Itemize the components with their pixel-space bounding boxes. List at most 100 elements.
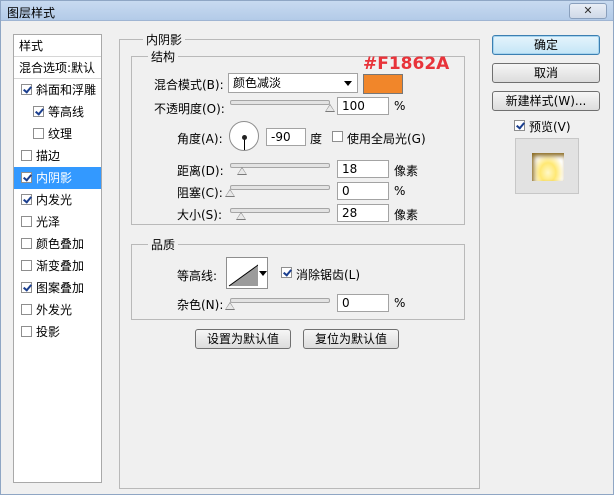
style-item-label: 图案叠加 — [36, 281, 85, 295]
choke-slider-thumb[interactable] — [225, 189, 235, 197]
styles-header[interactable]: 样式 — [14, 35, 101, 57]
preview-label: 预览(V) — [529, 120, 571, 134]
style-item-label: 内发光 — [36, 193, 73, 207]
style-item-checkbox[interactable] — [21, 172, 32, 183]
close-button[interactable]: ✕ — [569, 3, 607, 19]
opacity-percent: % — [394, 99, 406, 113]
opacity-input[interactable]: 100 — [337, 97, 389, 115]
choke-input[interactable]: 0 — [337, 182, 389, 200]
blend-mode-label: 混合模式(B): — [154, 78, 224, 92]
style-item[interactable]: 图案叠加 — [14, 277, 101, 299]
style-item[interactable]: 描边 — [14, 145, 101, 167]
style-item-label: 描边 — [36, 149, 61, 163]
style-item-checkbox[interactable] — [21, 194, 32, 205]
style-item-label: 等高线 — [48, 105, 85, 119]
distance-unit: 像素 — [394, 164, 419, 178]
noise-percent: % — [394, 296, 406, 310]
style-item-label: 斜面和浮雕 — [36, 83, 97, 97]
size-label: 大小(S): — [177, 208, 223, 222]
angle-label: 角度(A): — [177, 132, 223, 146]
style-item-label: 光泽 — [36, 215, 61, 229]
style-item-checkbox[interactable] — [33, 128, 44, 139]
style-item-label: 纹理 — [48, 127, 73, 141]
style-item[interactable]: 内阴影 — [14, 167, 101, 189]
color-annotation: #F1862A — [363, 54, 450, 74]
preview-checkbox[interactable] — [514, 120, 525, 131]
style-item[interactable]: 颜色叠加 — [14, 233, 101, 255]
ok-button[interactable]: 确定 — [492, 35, 600, 55]
style-item-label: 渐变叠加 — [36, 259, 85, 273]
style-item[interactable]: 斜面和浮雕 — [14, 79, 101, 101]
choke-slider-track[interactable] — [230, 185, 330, 190]
style-item-checkbox[interactable] — [33, 106, 44, 117]
style-item-checkbox[interactable] — [21, 260, 32, 271]
style-item-checkbox[interactable] — [21, 150, 32, 161]
noise-slider-track[interactable] — [230, 298, 330, 303]
choke-value: 0 — [342, 184, 350, 198]
style-item[interactable]: 纹理 — [14, 123, 101, 145]
angle-value: -90 — [271, 130, 291, 144]
angle-center — [242, 135, 247, 140]
blend-options-item[interactable]: 混合选项:默认 — [14, 57, 101, 79]
styles-header-label: 样式 — [19, 39, 44, 53]
angle-input[interactable]: -90 — [266, 128, 306, 146]
anti-alias-checkbox[interactable] — [281, 267, 292, 278]
global-light-label: 使用全局光(G) — [347, 132, 426, 146]
structure-title: 结构 — [148, 48, 179, 65]
set-default-button[interactable]: 设置为默认值 — [195, 329, 291, 349]
quality-title: 品质 — [148, 236, 179, 253]
style-item-label: 外发光 — [36, 303, 73, 317]
style-item-checkbox[interactable] — [21, 84, 32, 95]
style-item[interactable]: 渐变叠加 — [14, 255, 101, 277]
close-icon: ✕ — [583, 4, 593, 17]
choke-label: 阻塞(C): — [177, 186, 223, 200]
title-bar: 图层样式 ✕ — [1, 1, 613, 21]
style-item[interactable]: 投影 — [14, 321, 101, 343]
contour-dropdown-button[interactable] — [258, 257, 268, 289]
chevron-down-icon — [344, 81, 352, 86]
opacity-slider-thumb[interactable] — [325, 104, 335, 112]
size-input[interactable]: 28 — [337, 204, 389, 222]
distance-slider-thumb[interactable] — [237, 167, 247, 175]
size-slider-thumb[interactable] — [236, 212, 246, 220]
style-item-checkbox[interactable] — [21, 238, 32, 249]
distance-value: 18 — [342, 162, 358, 176]
shadow-color-swatch[interactable] — [363, 74, 403, 94]
noise-label: 杂色(N): — [177, 298, 224, 312]
opacity-label: 不透明度(O): — [154, 102, 225, 116]
choke-percent: % — [394, 184, 406, 198]
style-item-checkbox[interactable] — [21, 216, 32, 227]
cancel-button[interactable]: 取消 — [492, 63, 600, 83]
blend-mode-select[interactable]: 颜色减淡 — [228, 73, 358, 93]
blend-mode-value: 颜色减淡 — [233, 76, 282, 90]
angle-dial[interactable] — [229, 121, 259, 151]
global-light-checkbox[interactable] — [332, 131, 343, 142]
style-item-checkbox[interactable] — [21, 304, 32, 315]
blend-options-label: 混合选项:默认 — [19, 61, 96, 75]
distance-input[interactable]: 18 — [337, 160, 389, 178]
styles-list: 样式 混合选项:默认 斜面和浮雕等高线纹理描边内阴影内发光光泽颜色叠加渐变叠加图… — [13, 34, 102, 483]
new-style-button[interactable]: 新建样式(W)... — [492, 91, 600, 111]
style-item[interactable]: 等高线 — [14, 101, 101, 123]
size-value: 28 — [342, 206, 358, 220]
contour-label: 等高线: — [177, 269, 218, 283]
distance-label: 距离(D): — [177, 164, 224, 178]
preview-sample — [532, 153, 564, 181]
size-unit: 像素 — [394, 208, 419, 222]
style-item-checkbox[interactable] — [21, 326, 32, 337]
layer-style-dialog: 图层样式 ✕ 样式 混合选项:默认 斜面和浮雕 等高线 纹理 描边 内阴影 内发光 光泽 颜色… — [0, 0, 614, 495]
style-item[interactable]: 内发光 — [14, 189, 101, 211]
style-item-checkbox[interactable] — [21, 282, 32, 293]
style-item[interactable]: 光泽 — [14, 211, 101, 233]
preview-thumbnail — [515, 138, 579, 194]
noise-slider-thumb[interactable] — [225, 302, 235, 310]
style-item[interactable]: 外发光 — [14, 299, 101, 321]
reset-default-button[interactable]: 复位为默认值 — [303, 329, 399, 349]
style-item-label: 内阴影 — [36, 171, 73, 185]
opacity-slider-track[interactable] — [230, 100, 330, 105]
style-item-label: 投影 — [36, 325, 61, 339]
inner-shadow-title: 内阴影 — [143, 31, 186, 48]
anti-alias-label: 消除锯齿(L) — [296, 268, 361, 282]
noise-input[interactable]: 0 — [337, 294, 389, 312]
noise-value: 0 — [342, 296, 350, 310]
